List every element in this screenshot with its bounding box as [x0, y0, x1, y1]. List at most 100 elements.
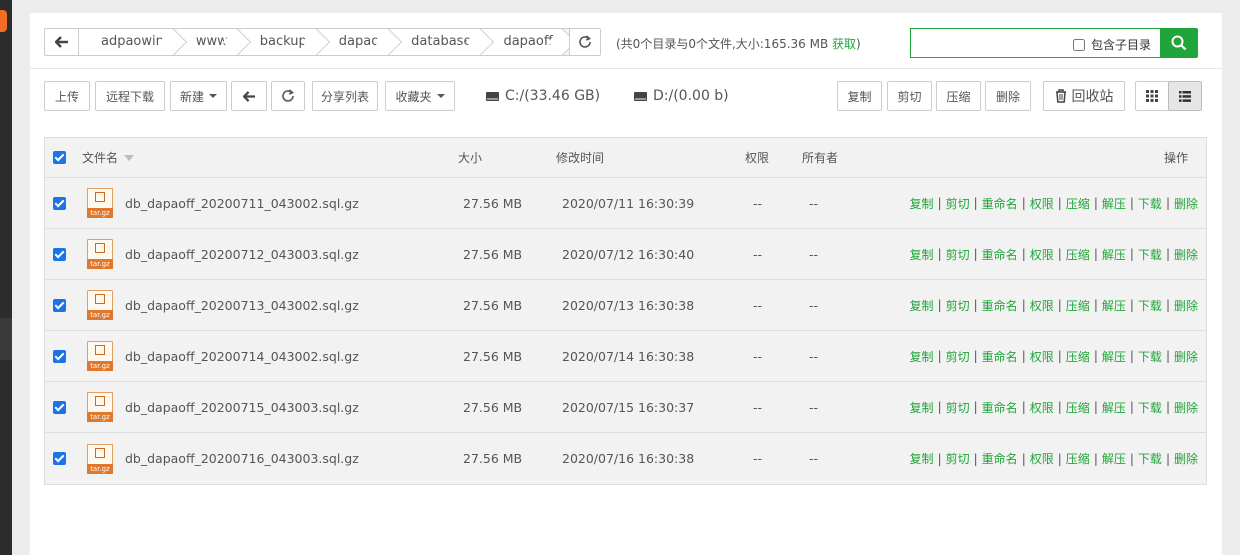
row-action-link[interactable]: 重命名: [982, 399, 1018, 416]
back-button[interactable]: [231, 81, 267, 111]
file-owner-text: --: [809, 297, 819, 313]
include-subdir-check[interactable]: [1072, 38, 1085, 51]
row-checkbox[interactable]: [53, 178, 66, 228]
include-subdir-checkbox[interactable]: 包含子目录: [1072, 36, 1151, 53]
row-action-link[interactable]: 下载: [1138, 297, 1162, 314]
row-action-link[interactable]: 权限: [1030, 195, 1054, 212]
row-action-link[interactable]: 权限: [1030, 297, 1054, 314]
table-row[interactable]: tar.gz db_dapaoff_20200714_043002.sql.gz 2…: [45, 331, 1206, 382]
row-action-link[interactable]: 删除: [1174, 297, 1198, 314]
copy-button[interactable]: 复制: [837, 81, 882, 111]
disk-d[interactable]: D:/(0.00 b): [634, 88, 729, 104]
table-row[interactable]: tar.gz db_dapaoff_20200716_043003.sql.gz 2…: [45, 433, 1206, 484]
search-input[interactable]: 包含子目录: [910, 28, 1162, 58]
row-action-link[interactable]: 删除: [1174, 450, 1198, 467]
grid-view-button[interactable]: [1135, 81, 1169, 111]
file-name[interactable]: db_dapaoff_20200716_043003.sql.gz: [125, 433, 359, 484]
file-name[interactable]: db_dapaoff_20200712_043003.sql.gz: [125, 229, 359, 279]
row-action-link[interactable]: 下载: [1138, 195, 1162, 212]
row-action-link[interactable]: 下载: [1138, 348, 1162, 365]
file-name[interactable]: db_dapaoff_20200713_043002.sql.gz: [125, 280, 359, 330]
row-action-link[interactable]: 压缩: [1066, 399, 1090, 416]
header-name[interactable]: 文件名: [82, 138, 135, 177]
list-view-button[interactable]: [1168, 81, 1202, 111]
row-action-link[interactable]: 复制: [910, 195, 934, 212]
row-action-link[interactable]: 重命名: [982, 450, 1018, 467]
row-action-link[interactable]: 压缩: [1066, 246, 1090, 263]
row-action-link[interactable]: 复制: [910, 297, 934, 314]
row-action-link[interactable]: 重命名: [982, 348, 1018, 365]
header-mtime[interactable]: 修改时间: [556, 138, 604, 177]
row-action-link[interactable]: 删除: [1174, 246, 1198, 263]
delete-button[interactable]: 删除: [985, 81, 1031, 111]
sidebar-accent-tab[interactable]: [0, 10, 7, 32]
share-list-button[interactable]: 分享列表: [312, 81, 378, 111]
table-row[interactable]: tar.gz db_dapaoff_20200713_043002.sql.gz 2…: [45, 280, 1206, 331]
header-size[interactable]: 大小: [458, 138, 482, 177]
search-button[interactable]: [1160, 28, 1198, 58]
table-row[interactable]: tar.gz db_dapaoff_20200711_043002.sql.gz 2…: [45, 178, 1206, 229]
file-name[interactable]: db_dapaoff_20200715_043003.sql.gz: [125, 382, 359, 432]
row-action-link[interactable]: 下载: [1138, 450, 1162, 467]
recycle-bin-button[interactable]: 回收站: [1043, 81, 1125, 111]
row-action-link[interactable]: 下载: [1138, 246, 1162, 263]
row-action-link[interactable]: 删除: [1174, 348, 1198, 365]
row-action-link[interactable]: 重命名: [982, 246, 1018, 263]
sidebar-active-item[interactable]: [0, 318, 12, 360]
row-action-link[interactable]: 解压: [1102, 399, 1126, 416]
row-action-link[interactable]: 复制: [910, 348, 934, 365]
refresh-button[interactable]: [271, 81, 305, 111]
breadcrumb-item[interactable]: adpaowin: [79, 29, 174, 55]
row-action-link[interactable]: 剪切: [946, 450, 970, 467]
row-action-link[interactable]: 重命名: [982, 195, 1018, 212]
row-action-link[interactable]: 复制: [910, 246, 934, 263]
row-checkbox[interactable]: [53, 331, 66, 381]
row-action-link[interactable]: 剪切: [946, 195, 970, 212]
row-action-link[interactable]: 复制: [910, 450, 934, 467]
row-action-link[interactable]: 压缩: [1066, 348, 1090, 365]
cut-button[interactable]: 剪切: [887, 81, 932, 111]
favorites-dropdown-button[interactable]: 收藏夹: [385, 81, 455, 111]
table-row[interactable]: tar.gz db_dapaoff_20200715_043003.sql.gz 2…: [45, 382, 1206, 433]
row-action-link[interactable]: 解压: [1102, 450, 1126, 467]
table-row[interactable]: tar.gz db_dapaoff_20200712_043003.sql.gz 2…: [45, 229, 1206, 280]
row-action-link[interactable]: 权限: [1030, 399, 1054, 416]
breadcrumb-item[interactable]: database: [389, 29, 481, 55]
row-checkbox[interactable]: [53, 433, 66, 484]
file-name[interactable]: db_dapaoff_20200714_043002.sql.gz: [125, 331, 359, 381]
path-refresh-button[interactable]: [569, 28, 601, 56]
row-action-link[interactable]: 解压: [1102, 195, 1126, 212]
select-all-checkbox[interactable]: [53, 138, 66, 177]
row-action-link[interactable]: 剪切: [946, 297, 970, 314]
row-action-link[interactable]: 复制: [910, 399, 934, 416]
row-action-link[interactable]: 删除: [1174, 399, 1198, 416]
row-action-link[interactable]: 解压: [1102, 246, 1126, 263]
row-checkbox[interactable]: [53, 382, 66, 432]
row-action-link[interactable]: 剪切: [946, 348, 970, 365]
disk-c[interactable]: C:/(33.46 GB): [486, 88, 600, 104]
row-action-link[interactable]: 权限: [1030, 246, 1054, 263]
row-action-link[interactable]: 下载: [1138, 399, 1162, 416]
row-action-link[interactable]: 权限: [1030, 450, 1054, 467]
row-action-link[interactable]: 压缩: [1066, 195, 1090, 212]
directory-summary: (共0个目录与0个文件,大小:165.36 MB 获取): [616, 35, 861, 52]
row-action-link[interactable]: 剪切: [946, 399, 970, 416]
new-dropdown-button[interactable]: 新建: [170, 81, 227, 111]
summary-fetch-link[interactable]: 获取: [832, 37, 856, 51]
row-action-link[interactable]: 剪切: [946, 246, 970, 263]
upload-button[interactable]: 上传: [44, 81, 90, 111]
row-action-link[interactable]: 解压: [1102, 348, 1126, 365]
path-back-button[interactable]: [44, 28, 78, 56]
row-action-link[interactable]: 解压: [1102, 297, 1126, 314]
row-checkbox[interactable]: [53, 280, 66, 330]
compress-button[interactable]: 压缩: [936, 81, 981, 111]
row-checkbox[interactable]: [53, 229, 66, 279]
file-name[interactable]: db_dapaoff_20200711_043002.sql.gz: [125, 178, 359, 228]
row-action-link[interactable]: 重命名: [982, 297, 1018, 314]
remote-download-button[interactable]: 远程下载: [95, 81, 165, 111]
row-action-link[interactable]: 删除: [1174, 195, 1198, 212]
row-action-link[interactable]: 压缩: [1066, 297, 1090, 314]
row-action-link[interactable]: 权限: [1030, 348, 1054, 365]
row-action-link[interactable]: 压缩: [1066, 450, 1090, 467]
checkbox-checked-icon: [53, 151, 66, 164]
